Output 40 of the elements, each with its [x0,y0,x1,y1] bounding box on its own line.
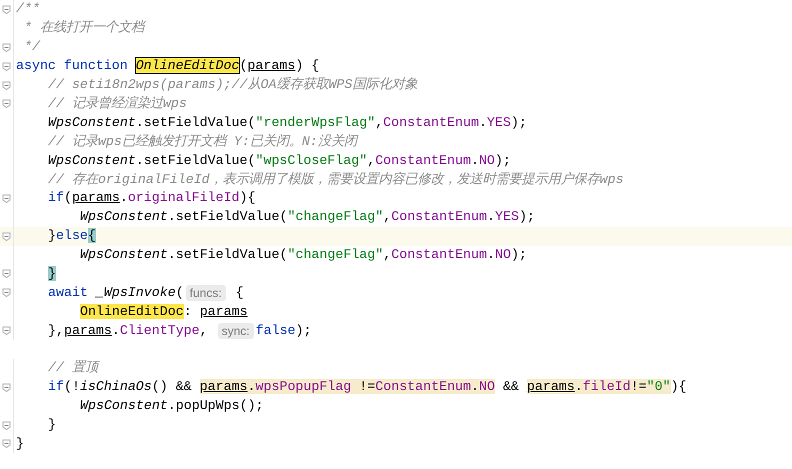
inlay-hint: funcs: [186,284,226,301]
code-text: async function OnlineEditDoc(params) { [16,57,320,76]
code-text: if(!isChinaOs() && params.wpsPopupFlag !=ConstantEnum.NO && params.fileId!="0"){ [48,378,687,396]
code-text: } [16,434,24,453]
code-text: */ [22,38,40,56]
code-text: WpsConstent.setFieldValue("changeFlag",ConstantEnum.YES); [80,208,535,226]
code-text: false); [256,322,312,340]
code-text: await _WpsInvoke( [48,284,184,302]
fold-icon[interactable] [2,382,11,392]
fold-icon[interactable] [2,194,11,203]
code-text: WpsConstent.setFieldValue("renderWpsFlag",ConstantEnum.YES); [48,114,527,132]
fold-icon[interactable] [2,80,11,90]
code-text: }else{ [48,227,96,246]
code-text: /** [16,0,40,18]
inlay-hint: sync: [218,322,254,339]
code-text: } [48,264,56,283]
fold-icon[interactable] [2,420,11,430]
fold-icon[interactable] [2,269,11,278]
code-text: * 在线打开一个文档 [22,19,144,38]
code-text: // 记录wps已经触发打开文档 Y:已关闭。N:没关闭 [48,132,357,151]
code-text: if(params.originalFileId){ [48,189,256,208]
code-text: // 置顶 [48,359,98,378]
code-text: WpsConstent.popUpWps(); [80,397,264,416]
fold-icon[interactable] [2,99,11,108]
code-text: },params.ClientType, [48,322,209,340]
fold-icon[interactable] [2,42,11,52]
code-text: WpsConstent.setFieldValue("wpsCloseFlag",ConstantEnum.NO); [48,152,511,170]
fold-icon[interactable] [2,439,11,448]
fold-icon[interactable] [2,4,11,14]
code-text: // 存在originalFileId，表示调用了模版，需要设置内容已修改，发送时需要提示用户保存wps [48,170,624,188]
fold-icon[interactable] [2,326,11,336]
code-text: OnlineEditDoc: params [80,302,248,321]
code-text: WpsConstent.setFieldValue("changeFlag",ConstantEnum.NO); [80,246,527,264]
code-text: // 记录曾经渲染过wps [48,94,187,113]
code-text: // seti18n2wps(params);//从OA缓存获取WPS国际化对象 [48,76,418,94]
fold-icon[interactable] [2,62,11,71]
code-text: { [234,284,244,302]
fold-icon[interactable] [2,288,11,298]
fold-icon[interactable] [2,232,11,241]
code-text: } [48,416,56,434]
